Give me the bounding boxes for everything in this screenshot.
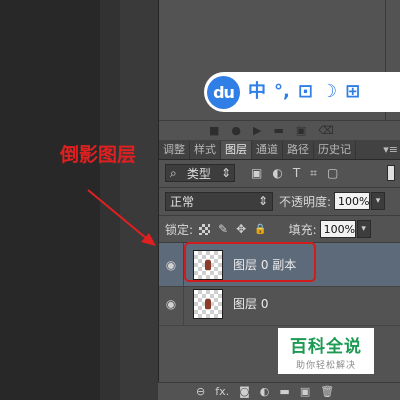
blend-mode-select[interactable]: 正常 ⇕	[165, 191, 273, 211]
pixel-filter-icon[interactable]: ▣	[251, 166, 262, 181]
link-layers-icon[interactable]: ⊖	[196, 385, 205, 398]
lock-row: 锁定: ✎ ✥ 🔒 填充: 100% ▾	[159, 218, 400, 240]
trash-icon[interactable]: 🗑	[320, 385, 334, 398]
layer-row-base[interactable]: ◉ 图层 0	[159, 282, 400, 326]
brush-icon[interactable]: ✎	[218, 222, 228, 236]
type-filter-icon[interactable]: T	[293, 166, 300, 181]
shape-filter-icon[interactable]: ⌗	[310, 166, 317, 181]
fill-label: 填充:	[288, 222, 317, 237]
lock-label: 锁定:	[165, 222, 194, 237]
screenshot-root: du 中 °, ⊡ ☽ ⊞ ■ ● ▶ ▬ ▣ ⌫ 调整 样式 图层 通道 路径…	[0, 0, 400, 400]
watermark-subtitle: 助你轻松解决	[295, 360, 356, 371]
baidu-ime-logo[interactable]: du	[207, 75, 240, 109]
keyboard-icon[interactable]: ⊡	[298, 83, 313, 101]
folder-icon[interactable]: ▬	[273, 124, 283, 137]
panel-mini-toolbar: ■ ● ▶ ▬ ▣ ⌫	[159, 120, 400, 140]
punctuation-icon[interactable]: °,	[274, 83, 290, 101]
ime-toolbar[interactable]: du 中 °, ⊡ ☽ ⊞	[204, 72, 400, 112]
layer-filter-select[interactable]: ⌕ 类型 ⇕	[165, 164, 235, 182]
divider	[159, 215, 400, 216]
tab-paths[interactable]: 路径	[283, 141, 314, 159]
lock-icon[interactable]: 🔒	[254, 224, 266, 235]
move-icon[interactable]: ✥	[236, 222, 246, 236]
adjustment-filter-icon[interactable]: ◐	[272, 166, 282, 181]
skin-moon-icon[interactable]: ☽	[321, 83, 337, 101]
highlight-box	[184, 242, 316, 282]
delete-icon[interactable]: ⌫	[318, 124, 334, 137]
eye-icon[interactable]: ◉	[159, 297, 183, 311]
play-icon[interactable]: ▶	[253, 124, 261, 137]
add-mask-icon[interactable]: ◙	[239, 385, 250, 398]
layer-thumbnail[interactable]	[193, 288, 223, 319]
divider	[159, 187, 400, 188]
fill-dropdown-icon[interactable]: ▾	[356, 220, 371, 238]
lock-icons: ✎ ✥ 🔒	[199, 222, 267, 236]
canvas-pasteboard	[120, 0, 158, 400]
layers-bottom-bar: ⊖ fx. ◙ ◐ ▬ ▣ 🗑	[158, 382, 400, 400]
opacity-label: 不透明度:	[279, 194, 332, 209]
chinese-mode-icon[interactable]: 中	[248, 83, 266, 101]
annotation-label: 倒影图层	[60, 144, 137, 166]
new-layer-icon[interactable]: ▣	[300, 385, 310, 398]
tab-history[interactable]: 历史记	[314, 141, 356, 159]
blend-row: 正常 ⇕ 不透明度: 100% ▾	[159, 190, 400, 212]
lock-transparency-icon[interactable]	[199, 223, 211, 235]
layer-filter-row: ⌕ 类型 ⇕ ▣ ◐ T ⌗ ▢	[159, 162, 400, 184]
layer-name[interactable]: 图层 0	[233, 295, 268, 312]
adjustment-layer-icon[interactable]: ◐	[260, 385, 270, 398]
filter-toggle[interactable]	[387, 165, 395, 181]
smart-object-filter-icon[interactable]: ▢	[327, 166, 338, 181]
eye-icon[interactable]: ◉	[159, 258, 183, 272]
layer-style-icon[interactable]: fx.	[215, 385, 229, 398]
record-icon[interactable]: ●	[231, 124, 241, 137]
panel-tabs: 调整 样式 图层 通道 路径 历史记 ▾≡	[159, 140, 400, 160]
search-icon: ⌕	[170, 165, 177, 180]
new-item-icon[interactable]: ▣	[296, 124, 306, 137]
thumbnail-figure	[205, 298, 211, 309]
new-group-icon[interactable]: ▬	[279, 385, 289, 398]
tab-adjustments[interactable]: 调整	[159, 141, 190, 159]
filter-icons: ▣ ◐ T ⌗ ▢	[251, 166, 338, 181]
canvas-gutter	[100, 0, 120, 400]
updown-arrow-icon: ⇕	[257, 194, 268, 208]
blend-mode-value: 正常	[170, 194, 195, 209]
tab-styles[interactable]: 样式	[190, 141, 221, 159]
filter-type-label: 类型	[186, 166, 211, 181]
panel-menu-icon[interactable]: ▾≡	[383, 141, 400, 159]
updown-arrow-icon: ⇕	[220, 166, 231, 180]
fill-input[interactable]: 100%	[319, 220, 356, 238]
tab-layers[interactable]: 图层	[221, 141, 252, 159]
watermark: 百科全说 助你轻松解决	[278, 328, 374, 374]
grid-menu-icon[interactable]: ⊞	[345, 83, 360, 101]
eye-column-divider	[183, 282, 184, 326]
tab-channels[interactable]: 通道	[252, 141, 283, 159]
opacity-dropdown-icon[interactable]: ▾	[371, 192, 386, 210]
stop-icon[interactable]: ■	[209, 124, 219, 137]
opacity-input[interactable]: 100%	[334, 192, 371, 210]
watermark-title: 百科全说	[290, 336, 362, 357]
